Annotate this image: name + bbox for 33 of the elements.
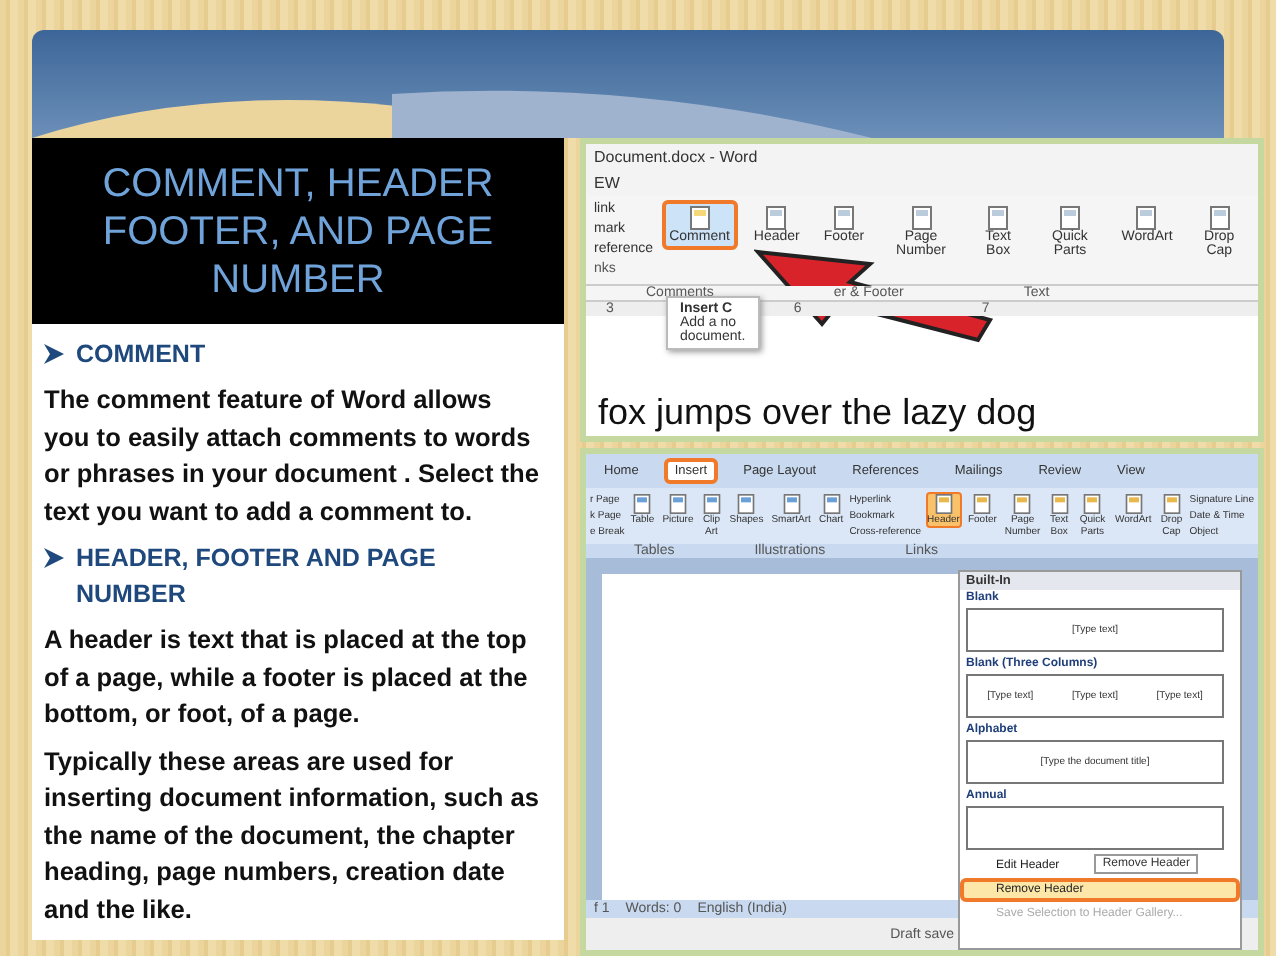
- document-icon: [1207, 206, 1232, 230]
- section-heading: HEADER, FOOTER AND PAGE NUMBER: [76, 542, 438, 612]
- section-heading: COMMENT: [76, 338, 206, 372]
- body-paragraph: A header is text that is placed at the top of a page, while a footer is placed at the bottom, or foot, of a page.: [44, 622, 530, 732]
- document-icon: [687, 206, 712, 230]
- document-text: fox jumps over the lazy dog: [596, 390, 1039, 436]
- slide-title: COMMENT, HEADER FOOTER, AND PAGE NUMBER: [32, 138, 564, 324]
- body-paragraph: Typically these areas are used for inserting document information, such as the name of the document, the chapter heading, page numbers, creation date and the like.: [44, 743, 541, 927]
- document-icon: [1123, 494, 1144, 514]
- document-icon: [1057, 206, 1082, 230]
- ribbon-tab[interactable]: EW: [586, 170, 1258, 196]
- document-icon: [701, 494, 722, 514]
- document-icon: [972, 494, 993, 514]
- document-icon: [909, 206, 933, 230]
- document-icon: [986, 206, 1011, 230]
- document-icon: [736, 494, 757, 514]
- document-icon: [667, 494, 688, 514]
- document-icon: [933, 494, 954, 514]
- arrow-bullet-icon: [44, 548, 64, 568]
- header-preview[interactable]: [966, 806, 1224, 850]
- document-icon: [1161, 494, 1182, 514]
- window-title: Document.docx - Word: [586, 144, 1258, 170]
- document-icon: [832, 206, 856, 230]
- document-icon: [821, 494, 842, 514]
- arrow-bullet-icon: [44, 344, 64, 364]
- document-icon: [764, 206, 789, 230]
- document-icon: [1049, 494, 1070, 514]
- document-icon: [1134, 206, 1159, 230]
- document-icon: [781, 494, 802, 514]
- document-icon: [632, 494, 653, 514]
- document-icon: [1012, 494, 1033, 514]
- body-paragraph: The comment feature of Word allows you to easily attach comments to words or phrases in your document . Select the text you want to add a comment to.: [44, 382, 541, 530]
- document-icon: [1082, 494, 1103, 514]
